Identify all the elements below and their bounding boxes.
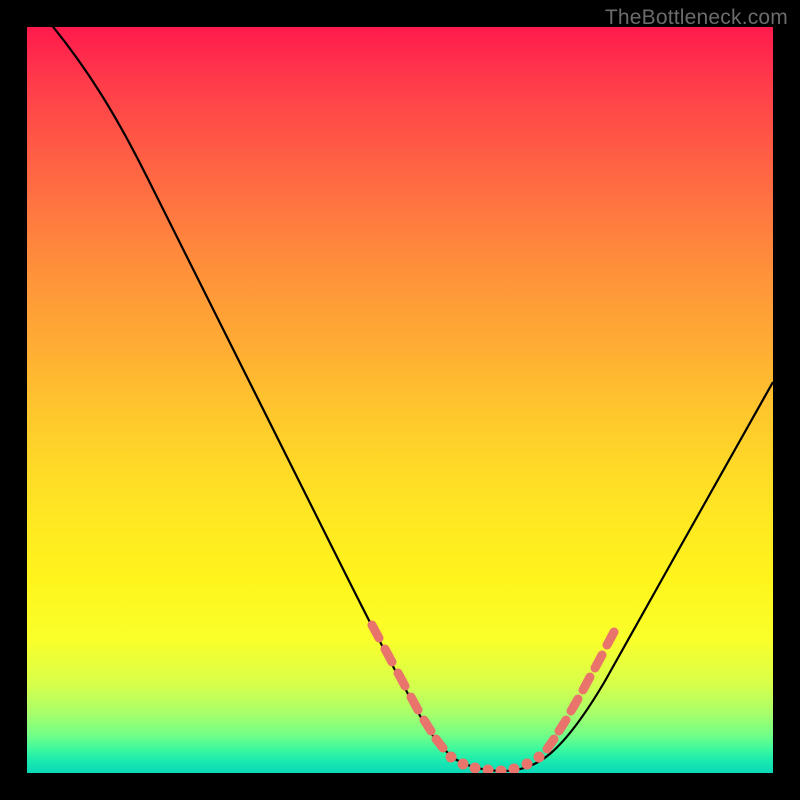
watermark-text: TheBottleneck.com xyxy=(605,6,788,30)
bottleneck-curve-svg xyxy=(27,27,773,773)
highlight-left-segment xyxy=(372,625,443,748)
highlight-right-segment xyxy=(547,632,614,749)
bottleneck-curve-line xyxy=(45,27,773,771)
chart-plot-area xyxy=(27,27,773,773)
